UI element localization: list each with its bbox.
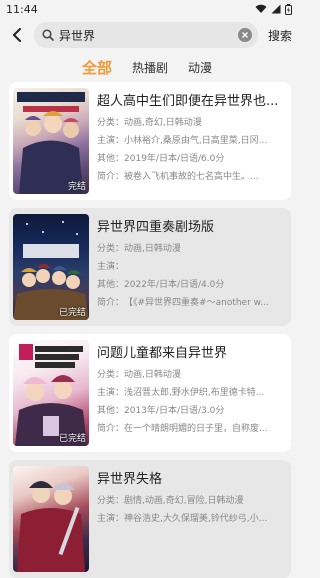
cast-value: 浅沼晋太郎,野水伊织,布里德卡特... (124, 388, 265, 398)
genre-label: 分类： (97, 244, 125, 254)
result-card[interactable]: 已完结 异世界四重奏剧场版 分类： 动画,日韩动漫 主演： 其他： 2022年/日本… (9, 208, 291, 326)
poster-image: 已完结 (13, 340, 89, 446)
genre-value: 剧情,动画,奇幻,冒险,日韩动漫 (124, 496, 244, 506)
summary-label: 简介： (97, 172, 125, 182)
search-bar: 异世界 搜索 (0, 18, 300, 52)
close-icon (242, 32, 248, 38)
genre-row: 分类： 动画,奇幻,日韩动漫 (97, 114, 287, 132)
cast-label: 主演： (97, 262, 125, 272)
battery-icon (285, 3, 292, 15)
cast-row: 主演： 小林裕介,桑原由气,日高里菜,日冈... (97, 132, 287, 150)
other-row: 其他： 2022年/日本/日语/4.0分 (97, 276, 287, 294)
cast-row: 主演： 神谷浩史,大久保瑠美,铃代纱弓,小... (97, 510, 287, 528)
tab-hot-drama[interactable]: 热播剧 (132, 59, 168, 76)
signal-icon (271, 4, 281, 14)
result-info: 问题儿童都来自异世界 分类： 动画,日韩动漫 主演： 浅沼晋太郎,野水伊织,布里德卡… (97, 340, 287, 438)
genre-label: 分类： (97, 118, 125, 128)
genre-value: 动画,奇幻,日韩动漫 (124, 118, 202, 128)
other-label: 其他： (97, 154, 125, 164)
poster-status-tag: 已完结 (58, 308, 86, 318)
other-label: 其他： (97, 280, 125, 290)
genre-row: 分类： 动画,日韩动漫 (97, 240, 287, 258)
summary-row: 简介： 被卷入飞机事故的七名高中生。... (97, 168, 287, 186)
summary-row: 简介： 【《#异世界四重奏#〜another w... (97, 294, 287, 312)
search-input[interactable]: 异世界 (34, 22, 258, 48)
category-tabs: 全部 热播剧 动漫 (0, 52, 300, 82)
result-title[interactable]: 超人高中生们即便在异世界也... (97, 90, 287, 109)
genre-row: 分类： 动画,日韩动漫 (97, 366, 287, 384)
genre-label: 分类： (97, 370, 125, 380)
poster-status-tag: 完结 (67, 182, 86, 192)
wifi-icon (255, 4, 267, 13)
result-info: 异世界四重奏剧场版 分类： 动画,日韩动漫 主演： 其他： 2022年/日本/日语/… (97, 214, 287, 312)
result-list: 完结 超人高中生们即便在异世界也... 分类： 动画,奇幻,日韩动漫 主演： 小林裕… (0, 82, 300, 578)
genre-value: 动画,日韩动漫 (124, 370, 181, 380)
other-label: 其他： (97, 406, 125, 416)
clear-search-button[interactable] (237, 28, 252, 42)
cast-value: 小林裕介,桑原由气,日高里菜,日冈... (124, 136, 268, 146)
status-time: 11:44 (6, 2, 38, 16)
summary-label: 简介： (97, 424, 125, 434)
tab-all[interactable]: 全部 (82, 57, 112, 78)
cast-row: 主演： 浅沼晋太郎,野水伊织,布里德卡特... (97, 384, 287, 402)
result-card[interactable]: 完结 超人高中生们即便在异世界也... 分类： 动画,奇幻,日韩动漫 主演： 小林裕… (9, 82, 291, 200)
cast-label: 主演： (97, 136, 125, 146)
poster-image: 完结 (13, 88, 89, 194)
search-button[interactable]: 搜索 (268, 27, 292, 44)
cast-label: 主演： (97, 388, 125, 398)
other-row: 其他： 2019年/日本/日语/6.0分 (97, 150, 287, 168)
search-query: 异世界 (59, 28, 96, 43)
genre-value: 动画,日韩动漫 (124, 244, 181, 254)
result-title[interactable]: 异世界失格 (97, 468, 287, 487)
cast-value: 神谷浩史,大久保瑠美,铃代纱弓,小... (124, 514, 268, 524)
poster-art (17, 481, 85, 572)
result-card[interactable]: 已完结 问题儿童都来自异世界 分类： 动画,日韩动漫 主演： 浅沼晋太郎,野水伊织,… (9, 334, 291, 452)
summary-value: 被卷入飞机事故的七名高中生。... (124, 172, 259, 182)
result-info: 异世界失格 分类： 剧情,动画,奇幻,冒险,日韩动漫 主演： 神谷浩史,大久保瑠美,… (97, 466, 287, 528)
search-icon (42, 29, 54, 41)
summary-value: 在一个晴朗明媚的日子里，自称废... (124, 424, 268, 434)
cast-label: 主演： (97, 514, 125, 524)
poster-status-tag: 已完结 (58, 434, 86, 444)
result-info: 超人高中生们即便在异世界也... 分类： 动画,奇幻,日韩动漫 主演： 小林裕介,桑… (97, 88, 287, 186)
summary-row: 简介： 在一个晴朗明媚的日子里，自称废... (97, 420, 287, 438)
genre-row: 分类： 剧情,动画,奇幻,冒险,日韩动漫 (97, 492, 287, 510)
genre-label: 分类： (97, 496, 125, 506)
other-row: 其他： 2013年/日本/日语/3.0分 (97, 402, 287, 420)
summary-value: 【《#异世界四重奏#〜another w... (124, 298, 269, 308)
result-title[interactable]: 异世界四重奏剧场版 (97, 216, 287, 235)
poster-image: 已完结 (13, 214, 89, 320)
back-button[interactable] (6, 21, 28, 49)
poster-image (13, 466, 89, 572)
result-title[interactable]: 问题儿童都来自异世界 (97, 342, 287, 361)
tab-anime[interactable]: 动漫 (188, 59, 212, 76)
summary-label: 简介： (97, 298, 125, 308)
result-card[interactable]: 异世界失格 分类： 剧情,动画,奇幻,冒险,日韩动漫 主演： 神谷浩史,大久保瑠美,… (9, 460, 291, 578)
other-value: 2022年/日本/日语/4.0分 (124, 280, 225, 290)
cast-row: 主演： (97, 258, 287, 276)
other-value: 2013年/日本/日语/3.0分 (124, 406, 225, 416)
status-icons (255, 3, 292, 15)
back-arrow-icon (13, 28, 21, 42)
other-value: 2019年/日本/日语/6.0分 (124, 154, 225, 164)
status-bar: 11:44 (0, 0, 300, 18)
